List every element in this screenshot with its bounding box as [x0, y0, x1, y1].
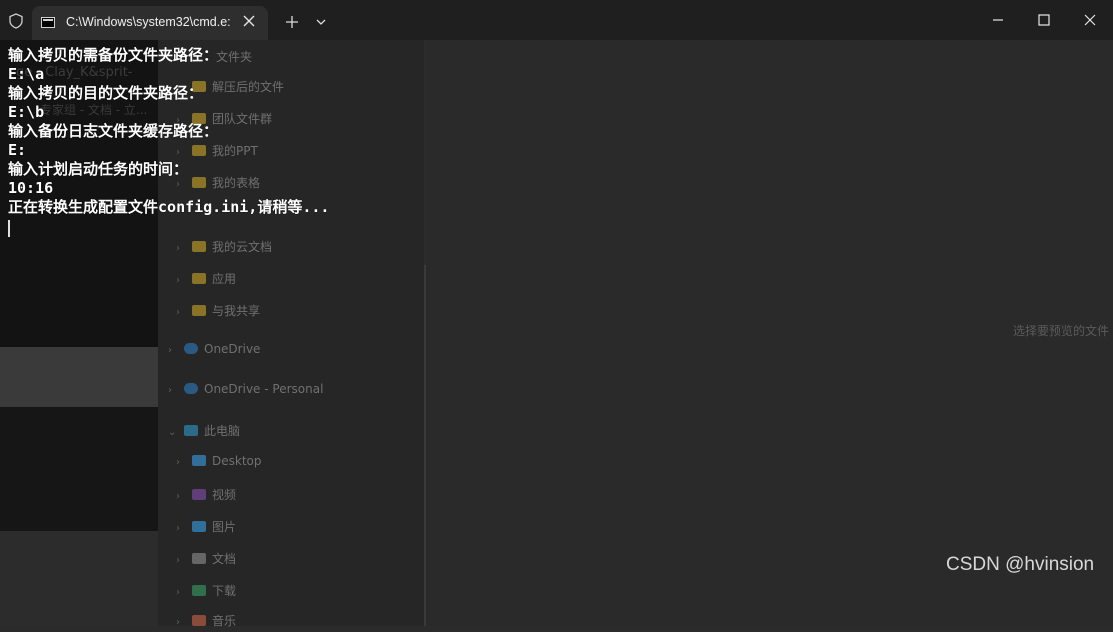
- picture-icon: [192, 521, 206, 532]
- video-icon: [192, 489, 206, 500]
- tree-item: › 我的云文档: [176, 240, 273, 254]
- tree-item: › 图片: [176, 520, 237, 534]
- tree-item: › 音乐: [176, 614, 237, 628]
- minimize-icon[interactable]: [988, 10, 1008, 30]
- terminal-tab[interactable]: C:\Windows\system32\cmd.e:: [32, 6, 268, 40]
- tree-item: › 下载: [176, 584, 237, 598]
- console-line: 10:16: [8, 179, 54, 197]
- background-window-panel: [0, 407, 158, 531]
- tree-item: › Desktop: [176, 454, 262, 468]
- preview-placeholder: 选择要预览的文件: [1013, 324, 1110, 338]
- tree-item: ⌄ 此电脑: [168, 424, 241, 438]
- background-preview-pane: [426, 40, 1113, 626]
- close-icon[interactable]: [240, 12, 258, 30]
- plus-icon[interactable]: [283, 13, 301, 31]
- tree-item: › 与我共享: [176, 304, 261, 318]
- console-line: E:: [8, 141, 27, 159]
- console-area[interactable]: ge - Clay_K&sprit- 专家组 - 文档 - 立... 文件夹 ›…: [0, 40, 1113, 628]
- console-line: E:\b: [8, 103, 45, 121]
- console-line: 正在转换生成配置文件config.ini,请稍等...: [8, 198, 330, 216]
- maximize-icon[interactable]: [1034, 10, 1054, 30]
- folder-icon: [192, 241, 206, 252]
- music-icon: [192, 615, 206, 626]
- computer-icon: [184, 425, 198, 436]
- background-window-panel: [0, 531, 158, 626]
- text-cursor: [8, 220, 10, 237]
- chevron-down-icon[interactable]: [313, 14, 329, 30]
- console-line: E:\a: [8, 65, 45, 83]
- folder-icon: [192, 305, 206, 316]
- title-bar: C:\Windows\system32\cmd.e:: [0, 0, 1113, 40]
- tree-item: › OneDrive - Personal: [168, 382, 324, 396]
- watermark: CSDN @hvinsion: [946, 554, 1095, 575]
- folder-icon: [192, 273, 206, 284]
- tab-title: C:\Windows\system32\cmd.e:: [66, 15, 231, 29]
- shield-icon[interactable]: [8, 13, 24, 29]
- console-line: 输入计划启动任务的时间：: [8, 160, 189, 178]
- console-line: 输入拷贝的目的文件夹路径：: [8, 84, 204, 102]
- background-divider: [424, 265, 426, 626]
- desktop-icon: [192, 455, 206, 466]
- download-icon: [192, 585, 206, 596]
- terminal-icon: [41, 17, 55, 28]
- console-line: 输入备份日志文件夹缓存路径：: [8, 122, 219, 140]
- tree-item: › 文档: [176, 552, 237, 566]
- console-line: 输入拷贝的需备份文件夹路径：: [8, 46, 219, 64]
- document-icon: [192, 553, 206, 564]
- cloud-icon: [184, 383, 198, 394]
- background-window-panel: [0, 347, 158, 407]
- tree-item: › 应用: [176, 272, 237, 286]
- tree-item: › OneDrive: [168, 342, 261, 356]
- tree-item: › 视频: [176, 488, 237, 502]
- console-output: 输入拷贝的需备份文件夹路径： E:\a 输入拷贝的目的文件夹路径： E:\b 输入备份日…: [8, 46, 329, 217]
- cloud-icon: [184, 343, 198, 354]
- close-icon[interactable]: [1080, 10, 1100, 30]
